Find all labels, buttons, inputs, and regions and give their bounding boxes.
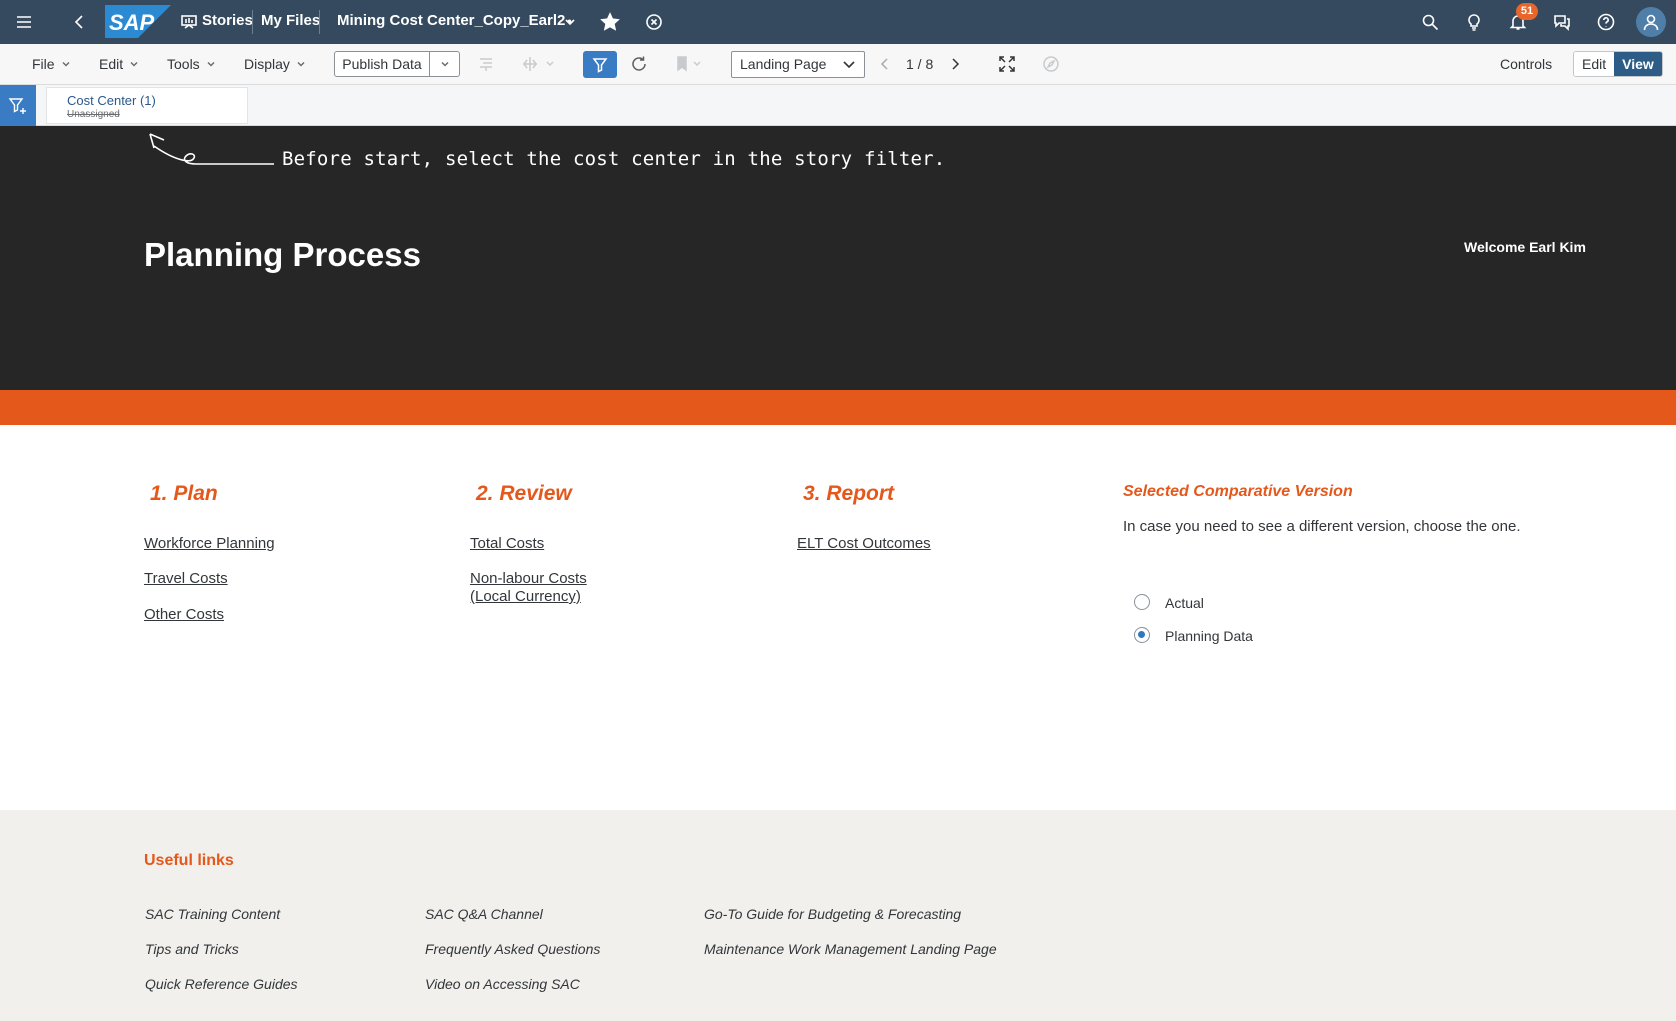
file-menu[interactable]: File — [32, 56, 71, 72]
previous-page-icon[interactable] — [874, 53, 896, 75]
filter-chip-title: Cost Center (1) — [67, 93, 156, 108]
filter-chip-value: Unassigned — [67, 109, 120, 120]
report-heading: 3. Report — [803, 482, 895, 505]
faq-link[interactable]: Frequently Asked Questions — [425, 941, 600, 957]
chat-icon[interactable] — [1550, 10, 1574, 34]
sap-logo-text: SAP — [109, 10, 155, 35]
travel-costs-link[interactable]: Travel Costs — [144, 570, 228, 588]
controls-button[interactable]: Controls — [1500, 56, 1552, 72]
shell-separator — [252, 10, 253, 34]
non-labour-costs-line1: Non-labour Costs — [470, 570, 587, 587]
fullscreen-icon[interactable] — [996, 53, 1018, 75]
sac-qa-channel-link[interactable]: SAC Q&A Channel — [425, 906, 543, 922]
total-costs-link[interactable]: Total Costs — [470, 535, 544, 553]
page-select-dropdown[interactable]: Landing Page — [731, 51, 865, 78]
sap-logo[interactable]: SAP — [105, 5, 171, 38]
filter-hint-text: Before start, select the cost center in … — [282, 148, 946, 170]
edit-menu[interactable]: Edit — [99, 56, 139, 72]
hero-header: Before start, select the cost center in … — [0, 126, 1676, 390]
data-action-icon[interactable] — [518, 53, 560, 75]
publish-dropdown-chevron-icon[interactable] — [430, 52, 459, 76]
story-toolbar: File Edit Tools Display Publish Data Lan… — [0, 44, 1676, 85]
radio-actual[interactable] — [1134, 594, 1150, 610]
title-dropdown-chevron-icon[interactable] — [558, 10, 582, 34]
workforce-planning-link[interactable]: Workforce Planning — [144, 535, 275, 553]
useful-links-footer: Useful links SAC Training Content Tips a… — [0, 810, 1676, 1021]
chevron-down-icon — [297, 61, 305, 67]
favorite-star-icon[interactable] — [598, 10, 622, 34]
accent-stripe — [0, 390, 1676, 425]
bookmark-icon[interactable] — [672, 53, 708, 75]
elt-cost-outcomes-link[interactable]: ELT Cost Outcomes — [797, 535, 931, 553]
cost-center-filter-chip[interactable]: Cost Center (1) Unassigned — [46, 87, 248, 124]
budgeting-forecasting-guide-link[interactable]: Go-To Guide for Budgeting & Forecasting — [704, 906, 961, 922]
useful-links-heading: Useful links — [144, 852, 234, 869]
chevron-down-icon — [207, 61, 215, 67]
chevron-down-icon — [62, 61, 70, 67]
lightbulb-icon[interactable] — [1462, 10, 1486, 34]
shell-bar: SAP Stories My Files Mining Cost Center_… — [0, 0, 1676, 44]
search-icon[interactable] — [1418, 10, 1442, 34]
publish-data-button[interactable]: Publish Data — [334, 51, 460, 77]
comparative-version-heading: Selected Comparative Version — [1123, 483, 1353, 500]
page-indicator: 1 / 8 — [906, 56, 934, 72]
radio-planning-data-label[interactable]: Planning Data — [1165, 628, 1253, 644]
chevron-down-icon — [130, 61, 138, 67]
radio-planning-data[interactable] — [1134, 627, 1150, 643]
tools-menu[interactable]: Tools — [167, 56, 216, 72]
story-filter-bar: Cost Center (1) Unassigned — [0, 85, 1676, 126]
add-filter-button[interactable] — [0, 85, 36, 126]
my-files-link[interactable]: My Files — [261, 12, 320, 29]
hint-arrow-icon — [149, 133, 274, 165]
menu-icon[interactable] — [12, 10, 36, 34]
tools-menu-label: Tools — [167, 56, 200, 72]
story-title-text: Mining Cost Center_Copy_Earl2 — [337, 12, 566, 29]
page-select-value: Landing Page — [740, 56, 827, 72]
comparative-version-description: In case you need to see a different vers… — [1123, 518, 1521, 535]
quick-reference-guides-link[interactable]: Quick Reference Guides — [145, 976, 298, 992]
explore-compass-icon[interactable] — [1040, 53, 1062, 75]
filter-icon — [592, 57, 608, 73]
filter-toggle-button[interactable] — [583, 51, 617, 78]
sac-training-content-link[interactable]: SAC Training Content — [145, 906, 280, 922]
add-filter-icon — [8, 97, 26, 114]
non-labour-costs-line2: (Local Currency) — [470, 588, 581, 605]
edit-mode-button[interactable]: Edit — [1574, 52, 1615, 76]
non-labour-costs-link[interactable]: Non-labour Costs (Local Currency) — [470, 570, 587, 606]
plan-heading: 1. Plan — [150, 482, 218, 505]
video-accessing-sac-link[interactable]: Video on Accessing SAC — [425, 976, 580, 992]
notification-count-badge: 51 — [1516, 3, 1538, 20]
chevron-down-icon — [843, 61, 855, 69]
page-title: Planning Process — [144, 236, 421, 273]
shell-separator — [319, 10, 320, 34]
file-menu-label: File — [32, 56, 55, 72]
stories-icon — [177, 10, 201, 34]
back-icon[interactable] — [68, 10, 92, 34]
publish-data-label: Publish Data — [335, 52, 430, 76]
next-page-icon[interactable] — [944, 53, 966, 75]
close-circle-icon[interactable] — [642, 10, 666, 34]
stories-link[interactable]: Stories — [202, 12, 253, 29]
other-costs-link[interactable]: Other Costs — [144, 606, 224, 624]
radio-actual-label[interactable]: Actual — [1165, 595, 1204, 611]
help-icon[interactable] — [1594, 10, 1618, 34]
edit-menu-label: Edit — [99, 56, 124, 72]
display-menu[interactable]: Display — [244, 56, 306, 72]
refresh-icon[interactable] — [628, 53, 650, 75]
review-heading: 2. Review — [476, 482, 572, 505]
version-management-icon[interactable] — [475, 53, 497, 75]
view-mode-button[interactable]: View — [1614, 52, 1662, 76]
welcome-text: Welcome Earl Kim — [1464, 239, 1586, 255]
display-menu-label: Display — [244, 56, 290, 72]
edit-view-toggle: Edit View — [1573, 51, 1663, 77]
user-avatar-icon[interactable] — [1636, 7, 1666, 37]
tips-and-tricks-link[interactable]: Tips and Tricks — [145, 941, 239, 957]
story-title[interactable]: Mining Cost Center_Copy_Earl2 • — [337, 12, 572, 29]
maintenance-work-management-link[interactable]: Maintenance Work Management Landing Page — [704, 941, 997, 957]
